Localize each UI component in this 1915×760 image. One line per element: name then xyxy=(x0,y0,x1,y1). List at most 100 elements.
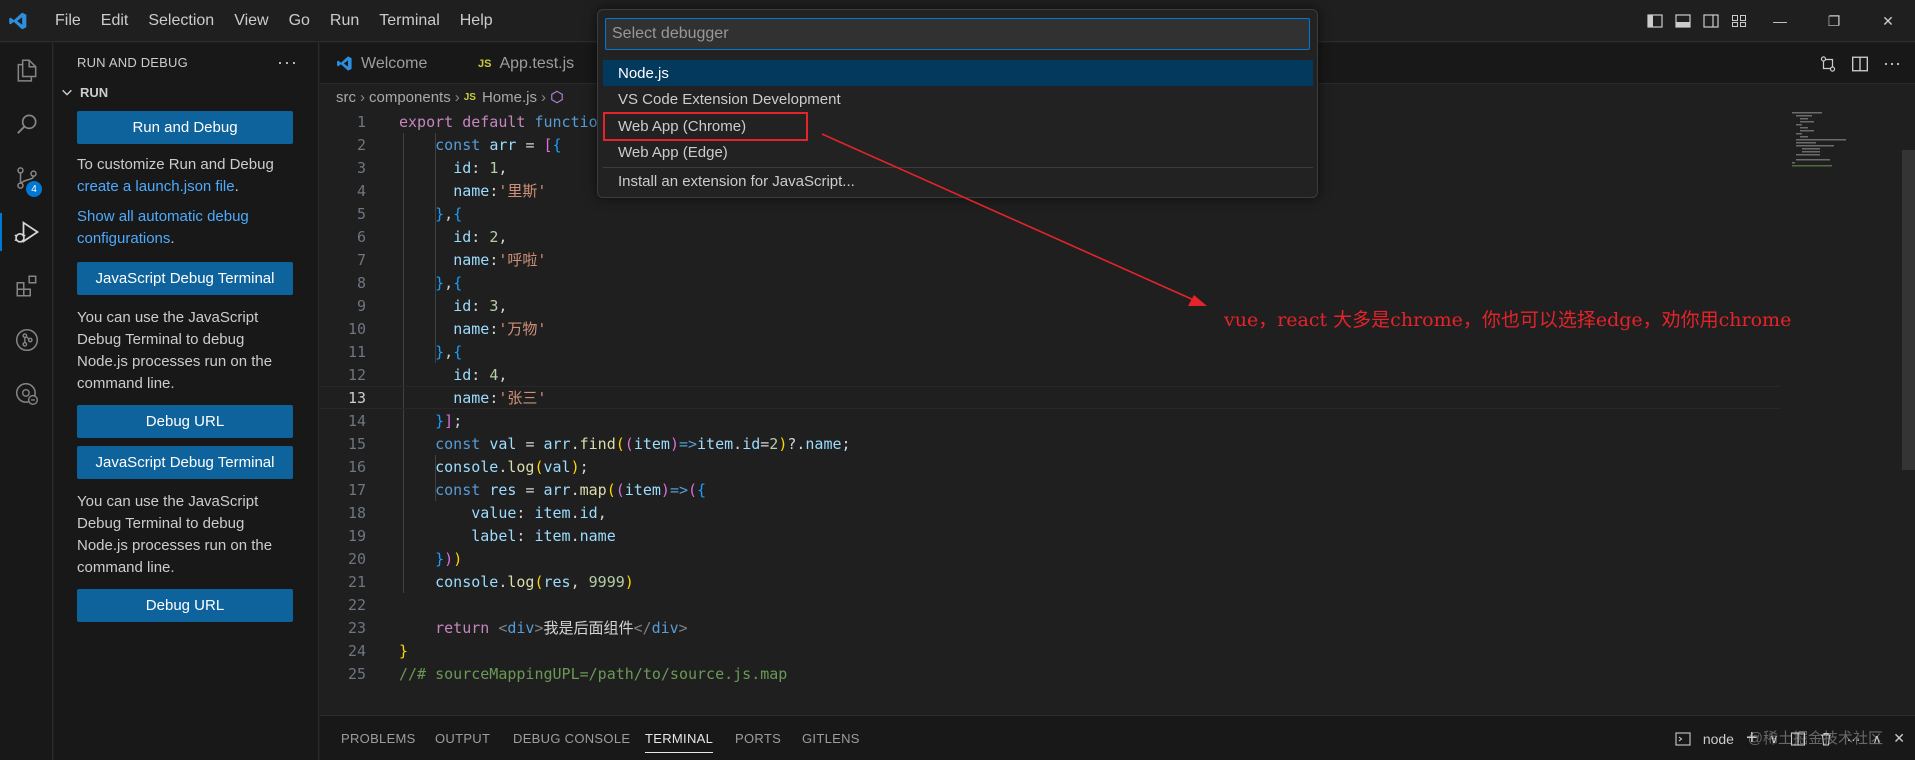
tab-ports[interactable]: PORTS xyxy=(735,716,781,760)
extensions-icon[interactable] xyxy=(0,259,53,313)
toggle-panel-icon[interactable] xyxy=(1669,0,1697,42)
code-line-20: 20 })) xyxy=(320,547,1780,570)
run-section-label: RUN xyxy=(80,84,109,100)
line-number: 3 xyxy=(356,158,366,177)
js-debug-terminal-button-2[interactable]: JavaScript Debug Terminal xyxy=(77,446,293,479)
line-number: 11 xyxy=(347,342,366,361)
menu-file[interactable]: File xyxy=(45,0,91,42)
breadcrumb-chevron-icon: › xyxy=(454,88,460,106)
breadcrumb-components[interactable]: components xyxy=(369,89,451,106)
symbol-icon xyxy=(550,90,564,104)
code-line-14: 14 }]; xyxy=(320,409,1780,432)
more-actions-icon[interactable]: ··· xyxy=(277,52,298,73)
source-control-icon[interactable]: 4 xyxy=(0,151,53,205)
tab-gitlens[interactable]: GITLENS xyxy=(802,716,860,760)
menu-view[interactable]: View xyxy=(224,0,278,42)
line-number: 17 xyxy=(347,480,366,499)
gitlens-icon[interactable] xyxy=(0,313,53,367)
code-line-19: 19 label: item.name xyxy=(320,524,1780,547)
tab-welcome[interactable]: Welcome xyxy=(324,43,439,84)
activity-bar: 4 xyxy=(0,43,53,760)
code-line-25: 25 //# sourceMappingUPL=/path/to/source.j… xyxy=(320,662,1780,685)
line-number: 19 xyxy=(347,526,366,545)
show-configs-hint: Show all automatic debug configurations. xyxy=(77,206,295,250)
show-configs-period: . xyxy=(170,230,175,247)
tab-problems[interactable]: PROBLEMS xyxy=(341,716,416,760)
run-and-debug-icon[interactable] xyxy=(0,205,53,259)
terminal-hint-text: You can use the JavaScript Debug Termina… xyxy=(77,309,273,392)
minimize-button[interactable]: — xyxy=(1753,0,1807,42)
tab-app-test[interactable]: JS App.test.js xyxy=(466,43,586,84)
watermark: @稀土掘金技术社区 xyxy=(1747,730,1883,747)
toggle-primary-sidebar-icon[interactable] xyxy=(1641,0,1669,42)
string-token: '里斯' xyxy=(498,182,547,200)
customize-layout-icon[interactable] xyxy=(1725,0,1753,42)
breadcrumb: src › components › JS Home.js › xyxy=(320,84,564,110)
tab-output[interactable]: OUTPUT xyxy=(435,716,490,760)
line-number: 8 xyxy=(356,273,366,292)
more-actions-icon[interactable]: ··· xyxy=(1883,53,1901,74)
tab-app-test-label: App.test.js xyxy=(499,54,575,72)
debugger-search-input[interactable] xyxy=(605,18,1310,50)
install-extension-option[interactable]: Install an extension for JavaScript... xyxy=(603,168,1313,194)
sidebar-header: RUN AND DEBUG ··· xyxy=(54,43,318,81)
debugger-option-vscode-extension[interactable]: VS Code Extension Development xyxy=(603,86,1313,112)
menu-terminal[interactable]: Terminal xyxy=(369,0,449,42)
tab-terminal[interactable]: TERMINAL xyxy=(645,716,714,760)
debugger-option-edge[interactable]: Web App (Edge) xyxy=(603,139,1313,165)
terminal-name[interactable]: node xyxy=(1703,731,1734,747)
line-number: 7 xyxy=(356,250,366,269)
code-line-13-current: 13 name:'张三' xyxy=(320,386,1780,409)
open-changes-icon[interactable] xyxy=(1819,55,1837,73)
code-line-24: 24} xyxy=(320,639,1780,662)
line-number: 1 xyxy=(356,112,366,131)
menu-run[interactable]: Run xyxy=(320,0,369,42)
code-line-16: 16 console.log(val); xyxy=(320,455,1780,478)
search-icon[interactable] xyxy=(0,97,53,151)
editor-actions: ··· xyxy=(1819,43,1901,84)
customize-text: To customize Run and Debug xyxy=(77,156,274,173)
line-number: 16 xyxy=(347,457,366,476)
vscode-logo-icon xyxy=(1,0,35,42)
menu-go[interactable]: Go xyxy=(279,0,320,42)
minimap[interactable] xyxy=(1788,110,1898,170)
split-editor-icon[interactable] xyxy=(1851,55,1869,73)
tab-debug-console[interactable]: DEBUG CONSOLE xyxy=(513,716,630,760)
terminal-hint-text-2: You can use the JavaScript Debug Termina… xyxy=(77,493,273,576)
show-automatic-configs-link[interactable]: Show all automatic debug configurations xyxy=(77,208,249,247)
function-keyword-token: functio xyxy=(534,112,598,131)
run-debug-sidebar: RUN AND DEBUG ··· RUN Run and Debug To c… xyxy=(54,43,319,760)
close-button[interactable]: ✕ xyxy=(1861,0,1915,42)
terminal-icon xyxy=(1675,731,1691,747)
toggle-secondary-sidebar-icon[interactable] xyxy=(1697,0,1725,42)
debugger-option-nodejs[interactable]: Node.js xyxy=(603,60,1313,86)
breadcrumb-src[interactable]: src xyxy=(336,89,356,106)
code-line-5: 5 },{ xyxy=(320,202,1780,225)
remote-explorer-icon[interactable] xyxy=(0,367,53,421)
customize-hint: To customize Run and Debug create a laun… xyxy=(77,154,295,198)
explorer-icon[interactable] xyxy=(0,43,53,97)
breadcrumb-chevron-icon: › xyxy=(540,88,546,106)
run-and-debug-button[interactable]: Run and Debug xyxy=(77,111,293,144)
code-line-7: 7 name:'呼啦' xyxy=(320,248,1780,271)
debug-url-button-2[interactable]: Debug URL xyxy=(77,589,293,622)
line-number: 23 xyxy=(347,618,366,637)
line-number: 9 xyxy=(356,296,366,315)
create-launch-json-link[interactable]: create a launch.json file xyxy=(77,178,235,195)
code-line-18: 18 value: item.id, xyxy=(320,501,1780,524)
vscode-tab-icon xyxy=(336,55,353,72)
comment-token: //# sourceMappingUPL=/path/to/source.js.… xyxy=(399,664,788,683)
editor-scrollbar[interactable] xyxy=(1902,150,1915,470)
menu-edit[interactable]: Edit xyxy=(91,0,139,42)
line-number: 14 xyxy=(347,411,366,430)
js-debug-terminal-button[interactable]: JavaScript Debug Terminal xyxy=(77,262,293,295)
restore-button[interactable]: ❐ xyxy=(1807,0,1861,42)
menu-help[interactable]: Help xyxy=(450,0,503,42)
menu-selection[interactable]: Selection xyxy=(138,0,224,42)
breadcrumb-home-js[interactable]: Home.js xyxy=(482,89,537,106)
run-section-header[interactable]: RUN xyxy=(54,81,318,103)
line-number: 12 xyxy=(347,365,366,384)
debug-url-button[interactable]: Debug URL xyxy=(77,405,293,438)
code-editor[interactable]: 1 export default functio 2 const arr = [{… xyxy=(320,110,1915,715)
close-panel-icon[interactable]: ✕ xyxy=(1893,730,1905,747)
